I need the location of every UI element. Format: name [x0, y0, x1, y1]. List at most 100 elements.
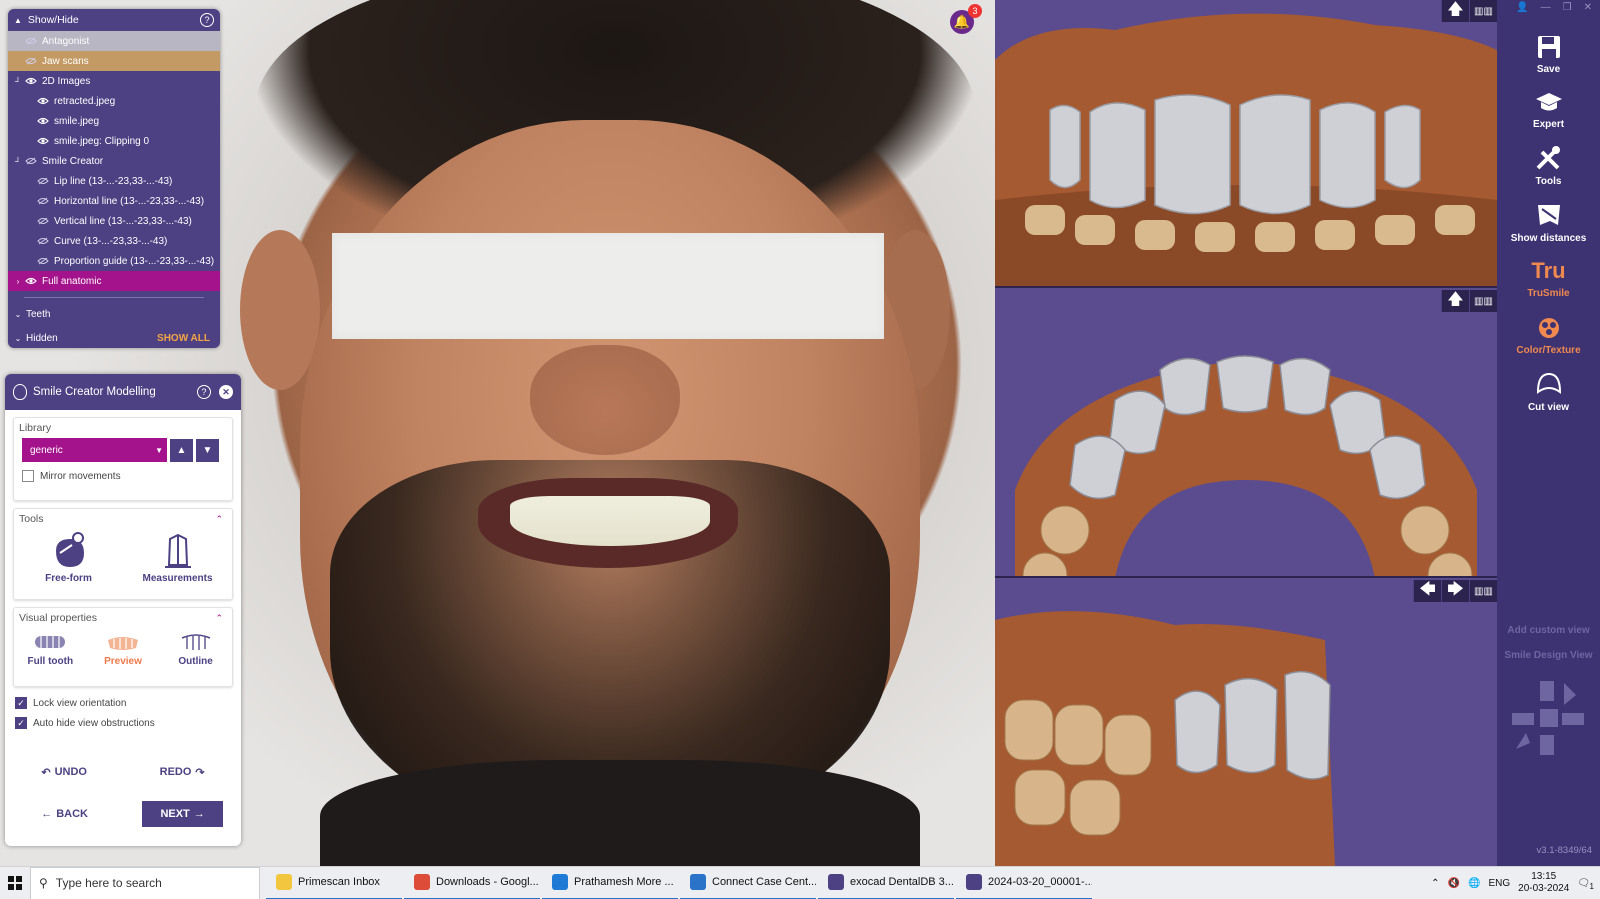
tree-row[interactable]: Curve (13-...-23,33-...-43) — [8, 231, 220, 251]
taskbar-app-label: exocad DentalDB 3.... — [850, 876, 954, 888]
redo-button[interactable]: REDO ↷ — [142, 759, 223, 785]
chevron-up-icon: ⌃ — [215, 612, 223, 623]
rotate-right-button[interactable]: 🡆 — [1441, 580, 1469, 602]
back-button[interactable]: ← BACK — [23, 801, 106, 827]
taskbar-app[interactable]: Connect Case Cent... — [680, 867, 816, 899]
eye-hidden-icon[interactable] — [36, 196, 50, 206]
tree-row[interactable]: Horizontal line (13-...-23,33-...-43) — [8, 191, 220, 211]
tree-row[interactable]: Lip line (13-...-23,33-...-43) — [8, 171, 220, 191]
eye-icon[interactable] — [36, 116, 50, 126]
language-indicator[interactable]: ENG — [1488, 878, 1510, 889]
view-up-button[interactable]: 🡅 — [1441, 0, 1469, 22]
chevron-up-icon[interactable]: ⌃ — [1431, 878, 1439, 889]
tree-row[interactable]: Proportion guide (13-...-23,33-...-43) — [8, 251, 220, 271]
smile-creator-modelling-panel: Smile Creator Modelling ? ✕ Library gene… — [5, 374, 241, 846]
mirror-movements-checkbox[interactable]: Mirror movements — [14, 462, 232, 490]
tree-row[interactable]: smile.jpeg: Clipping 0 — [8, 131, 220, 151]
tree-row-hidden[interactable]: ⌄ Hidden SHOW ALL — [8, 328, 220, 348]
lock-view-orientation-checkbox[interactable]: ✓ Lock view orientation — [5, 687, 241, 713]
tools-button[interactable]: Tools — [1497, 144, 1600, 187]
eye-hidden-icon[interactable] — [36, 236, 50, 246]
tree-row[interactable]: Vertical line (13-...-23,33-...-43) — [8, 211, 220, 231]
notification-bell-button[interactable]: 🔔 3 — [950, 4, 982, 34]
jaw-toggle-button[interactable]: ▥▥ — [1469, 290, 1497, 312]
measurements-tool-button[interactable]: Measurements — [138, 531, 218, 584]
eye-icon[interactable] — [36, 136, 50, 146]
eye-icon[interactable] — [36, 96, 50, 106]
cut-view-button[interactable]: Cut view — [1497, 370, 1600, 413]
jaw-toggle-button[interactable]: ▥▥ — [1469, 0, 1497, 22]
taskbar-app[interactable]: exocad DentalDB 3.... — [818, 867, 954, 899]
tree-row[interactable]: Jaw scans — [8, 51, 220, 71]
minimize-icon[interactable]: — — [1541, 2, 1551, 18]
clock[interactable]: 13:15 20-03-2024 — [1518, 871, 1569, 895]
tree-row[interactable]: ┘ 2D Images — [8, 71, 220, 91]
3d-view-front[interactable]: 🡅 ▥▥ — [995, 0, 1497, 288]
visual-properties-header[interactable]: Visual properties ⌃ — [14, 608, 232, 628]
close-icon[interactable]: ✕ — [219, 385, 233, 399]
trusmile-button[interactable]: Tru TruSmile — [1497, 258, 1600, 299]
network-globe-icon[interactable]: 🌐 — [1468, 878, 1480, 889]
taskbar-app[interactable]: Prathamesh More ... — [542, 867, 678, 899]
jaw-toggle-button[interactable]: ▥▥ — [1469, 580, 1497, 602]
taskbar-app[interactable]: 2024-03-20_00001-... — [956, 867, 1092, 899]
eye-hidden-icon[interactable] — [24, 36, 38, 46]
3d-view-side[interactable]: 🡄 🡆 ▥▥ — [995, 580, 1497, 866]
eye-hidden-icon[interactable] — [24, 56, 38, 66]
outline-button[interactable]: Outline — [164, 630, 228, 667]
color-texture-button[interactable]: Color/Texture — [1497, 313, 1600, 356]
eye-icon[interactable] — [24, 276, 38, 286]
library-select[interactable]: generic ▼ — [22, 438, 167, 462]
show-all-button[interactable]: SHOW ALL — [157, 333, 220, 344]
eye-hidden-icon[interactable] — [24, 156, 38, 166]
tree-row[interactable]: ┘ Smile Creator — [8, 151, 220, 171]
show-distances-button[interactable]: Show distances — [1497, 201, 1600, 244]
full-tooth-label: Full tooth — [27, 656, 74, 667]
library-up-button[interactable]: ▲ — [170, 438, 193, 462]
search-placeholder: Type here to search — [55, 876, 162, 890]
user-icon[interactable]: 👤 — [1516, 2, 1528, 18]
undo-button[interactable]: ↶ UNDO — [23, 759, 105, 785]
show-hide-header[interactable]: ▲ Show/Hide ? — [8, 9, 220, 31]
expert-button[interactable]: Expert — [1497, 89, 1600, 130]
next-button[interactable]: NEXT → — [142, 801, 223, 827]
chevron-down-icon[interactable]: ┘ — [12, 157, 24, 166]
tree-row[interactable]: › Full anatomic — [8, 271, 220, 291]
start-button[interactable] — [0, 876, 30, 890]
rotate-left-button[interactable]: 🡄 — [1413, 580, 1441, 602]
app-icon — [966, 874, 982, 890]
view-up-button[interactable]: 🡅 — [1441, 290, 1469, 312]
chevron-down-icon[interactable]: ┘ — [12, 77, 24, 86]
save-button[interactable]: Save — [1497, 34, 1600, 75]
3d-view-occlusal[interactable]: 🡅 ▥▥ — [995, 290, 1497, 578]
tree-row-teeth[interactable]: ⌄ Teeth — [8, 304, 220, 324]
view-orientation-widget-icon[interactable] — [1506, 677, 1592, 763]
add-custom-view-button[interactable]: Add custom view — [1497, 625, 1600, 636]
tree-row[interactable]: smile.jpeg — [8, 111, 220, 131]
library-down-button[interactable]: ▼ — [196, 438, 219, 462]
tree-row[interactable]: Antagonist — [8, 31, 220, 51]
help-icon[interactable]: ? — [200, 13, 214, 27]
restore-icon[interactable]: ❐ — [1563, 2, 1572, 18]
preview-button[interactable]: Preview — [91, 630, 155, 667]
taskbar-app[interactable]: Primescan Inbox — [266, 867, 402, 899]
eye-hidden-icon[interactable] — [36, 216, 50, 226]
tree-row[interactable]: retracted.jpeg — [8, 91, 220, 111]
free-form-tool-button[interactable]: Free-form — [29, 531, 109, 584]
eye-hidden-icon[interactable] — [36, 176, 50, 186]
taskbar-search-box[interactable]: ⚲ Type here to search — [30, 866, 260, 899]
smile-design-view-button[interactable]: Smile Design View — [1497, 650, 1600, 661]
eye-hidden-icon[interactable] — [36, 256, 50, 266]
help-icon[interactable]: ? — [197, 385, 211, 399]
taskbar-app[interactable]: Downloads - Googl... — [404, 867, 540, 899]
auto-hide-label: Auto hide view obstructions — [33, 717, 155, 729]
speaker-muted-icon[interactable]: 🔇 — [1448, 878, 1460, 889]
action-center-icon[interactable]: 🗨 1 — [1577, 878, 1594, 891]
full-tooth-button[interactable]: Full tooth — [18, 630, 82, 667]
auto-hide-obstructions-checkbox[interactable]: ✓ Auto hide view obstructions — [5, 713, 241, 733]
close-icon[interactable]: ✕ — [1584, 2, 1592, 18]
chevron-right-icon[interactable]: › — [12, 277, 24, 286]
free-form-label: Free-form — [45, 573, 92, 584]
tools-card-header[interactable]: Tools ⌃ — [14, 509, 232, 529]
eye-icon[interactable] — [24, 76, 38, 86]
